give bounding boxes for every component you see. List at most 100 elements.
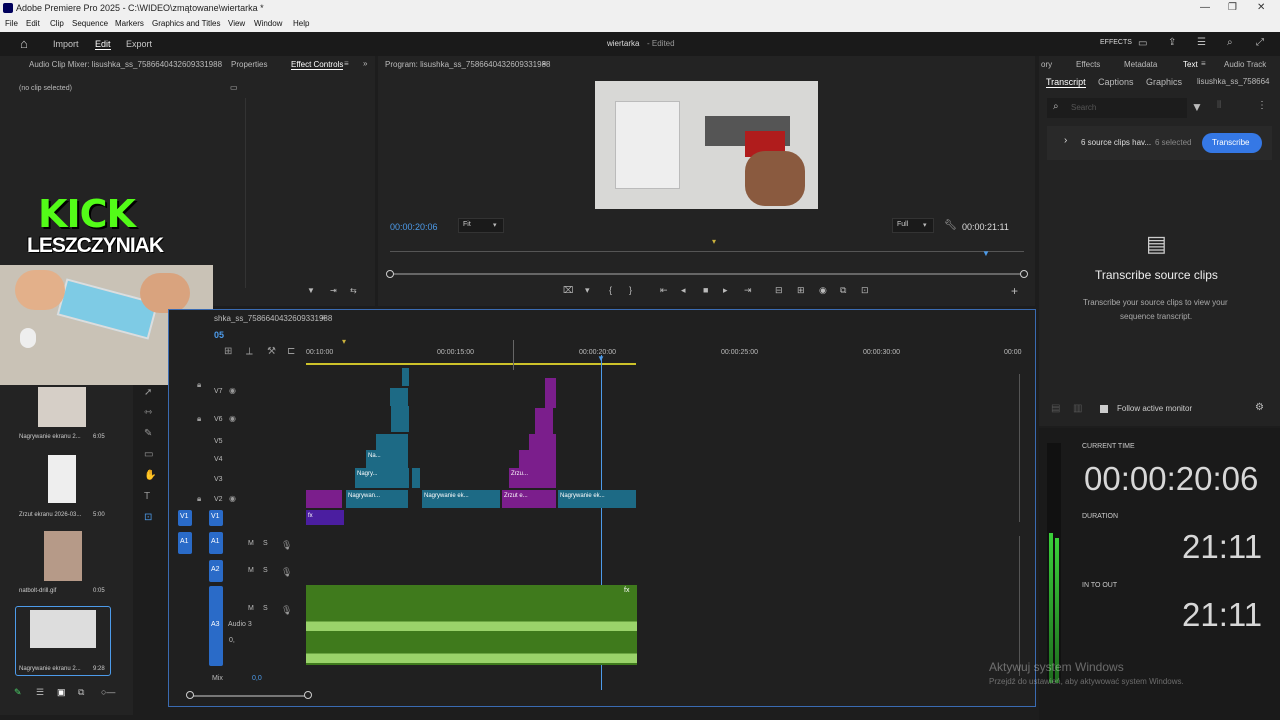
sequence-tab[interactable]: shka_ss_7586640432609331988: [214, 314, 332, 323]
lock-icon[interactable]: 🔒︎: [197, 414, 201, 424]
project-thumb-4[interactable]: [30, 610, 96, 648]
tab-metadata[interactable]: Metadata: [1124, 60, 1157, 69]
scroll-handle-right[interactable]: [1020, 270, 1028, 278]
mic-icon[interactable]: 🎙︎: [281, 567, 292, 578]
tab-history[interactable]: ory: [1041, 60, 1052, 69]
play-icon[interactable]: ▸: [723, 285, 728, 296]
track-v6-label[interactable]: V6: [214, 416, 223, 423]
eye-icon[interactable]: ◉: [229, 414, 236, 423]
import-tab[interactable]: Import: [53, 39, 79, 49]
work-area-bar[interactable]: [306, 363, 636, 365]
track-a3-patch[interactable]: A3: [209, 586, 223, 666]
view-alt-icon[interactable]: ▥: [1073, 403, 1082, 414]
audio-clip[interactable]: fx: [306, 585, 637, 665]
tab-sequence[interactable]: lisushka_ss_758664: [1197, 77, 1270, 86]
clip[interactable]: [535, 408, 553, 434]
solo-a1[interactable]: S: [263, 540, 268, 547]
clip[interactable]: Nagrywanie ek...: [558, 490, 636, 508]
tab-text[interactable]: Text: [1183, 60, 1198, 69]
tab-properties[interactable]: Properties: [231, 60, 267, 69]
chevron-right-icon[interactable]: ›: [1064, 135, 1067, 146]
captions-icon[interactable]: ⊏: [287, 346, 295, 357]
restore-icon[interactable]: ❐: [1228, 2, 1237, 13]
hand-tool-icon[interactable]: ✋: [144, 470, 156, 481]
clip[interactable]: [376, 434, 408, 450]
stop-icon[interactable]: ■: [703, 285, 708, 295]
mute-a1[interactable]: M: [248, 540, 254, 547]
project-thumb-1[interactable]: [38, 387, 86, 427]
vr-icon[interactable]: ⊡: [861, 285, 869, 296]
export-tab[interactable]: Export: [126, 39, 152, 49]
minimize-icon[interactable]: —: [1200, 2, 1210, 13]
mic-icon[interactable]: 🎙︎: [281, 540, 292, 551]
menu-window[interactable]: Window: [254, 19, 282, 28]
eye-icon[interactable]: ◉: [229, 386, 236, 395]
clip[interactable]: Nagry...: [355, 468, 409, 488]
mark-out-icon[interactable]: }: [629, 285, 632, 295]
track-a2-patch[interactable]: A2: [209, 560, 223, 582]
clip[interactable]: [391, 406, 409, 432]
tab-audio-clip-mixer[interactable]: Audio Clip Mixer: lisushka_ss_7586640432…: [29, 60, 222, 69]
clip[interactable]: Zrzut e...: [502, 490, 556, 508]
go-to-in-icon[interactable]: ⇤: [660, 285, 668, 296]
clip[interactable]: fx: [306, 510, 344, 525]
menu-markers[interactable]: Markers: [115, 19, 144, 28]
timeline-timecode[interactable]: 05: [214, 330, 224, 340]
h-scroll-handle-right[interactable]: [304, 691, 312, 699]
export-frame-icon[interactable]: ⇥: [330, 286, 337, 295]
view-icon[interactable]: ▤: [1051, 403, 1060, 414]
vertical-scrollbar-video[interactable]: [1019, 374, 1020, 522]
mute-a2[interactable]: M: [248, 567, 254, 574]
expand-icon[interactable]: »: [363, 59, 367, 68]
zoom-slider[interactable]: ○—: [101, 687, 115, 697]
freeform-icon[interactable]: ⧉: [78, 687, 84, 698]
settings-icon[interactable]: ⇆: [350, 286, 357, 295]
playhead-icon[interactable]: ▼: [982, 249, 990, 258]
home-icon[interactable]: ⌂: [20, 36, 28, 51]
lift-icon[interactable]: ⌧: [563, 285, 573, 296]
search-icon[interactable]: ⌕: [1227, 37, 1233, 48]
lock-icon[interactable]: 🔒︎: [197, 380, 201, 390]
source-v1-patch[interactable]: V1: [178, 510, 192, 526]
menu-clip[interactable]: Clip: [50, 19, 64, 28]
menu-file[interactable]: File: [5, 19, 18, 28]
clip[interactable]: [390, 388, 408, 406]
program-menu-icon[interactable]: ≡: [542, 59, 547, 68]
filter-icon[interactable]: ▼: [1191, 100, 1203, 114]
resolution-dropdown[interactable]: Full ▾: [892, 218, 934, 233]
track-select-icon[interactable]: ⇿: [144, 407, 152, 418]
follow-checkbox[interactable]: [1100, 405, 1108, 413]
close-icon[interactable]: ✕: [1257, 2, 1265, 13]
selection-tool-icon[interactable]: ➚: [144, 387, 152, 398]
tab-audio-track[interactable]: Audio Track: [1224, 60, 1266, 69]
step-back-icon[interactable]: ◂: [681, 285, 686, 296]
eye-icon[interactable]: ◉: [229, 494, 236, 503]
panel-toggle-icon[interactable]: ▭: [230, 83, 238, 92]
clip[interactable]: [306, 490, 342, 508]
settings-icon[interactable]: ⚙︎: [1255, 402, 1264, 413]
tab-captions[interactable]: Captions: [1098, 77, 1134, 87]
lock-icon[interactable]: 🔒︎: [197, 494, 201, 504]
rect-tool-icon[interactable]: ▭: [144, 449, 153, 460]
track-v5-label[interactable]: V5: [214, 438, 223, 445]
h-scroll-handle-left[interactable]: [186, 691, 194, 699]
lift-clip-icon[interactable]: ⊟: [775, 285, 783, 296]
compare-icon[interactable]: ⧉: [840, 285, 846, 296]
clip[interactable]: [519, 450, 556, 468]
track-v3-label[interactable]: V3: [214, 476, 223, 483]
mark-in-icon[interactable]: {: [609, 285, 612, 295]
menu-help[interactable]: Help: [293, 19, 309, 28]
panel-menu-icon[interactable]: ≡: [344, 59, 349, 68]
mic-icon[interactable]: 🎙︎: [281, 605, 292, 616]
tab-graphics[interactable]: Graphics: [1146, 77, 1182, 87]
marker-add-icon[interactable]: ▾: [585, 285, 590, 296]
vertical-scrollbar-audio[interactable]: [1019, 536, 1020, 676]
clip[interactable]: [529, 434, 556, 450]
camera-icon[interactable]: ◉: [819, 285, 827, 296]
clip[interactable]: Nagrywan...: [346, 490, 408, 508]
type-tool-icon[interactable]: T: [144, 491, 150, 502]
go-to-out-icon[interactable]: ⇥: [744, 285, 752, 296]
tab-effect-controls[interactable]: Effect Controls: [291, 60, 344, 70]
clip[interactable]: [545, 378, 556, 408]
menu-view[interactable]: View: [228, 19, 245, 28]
